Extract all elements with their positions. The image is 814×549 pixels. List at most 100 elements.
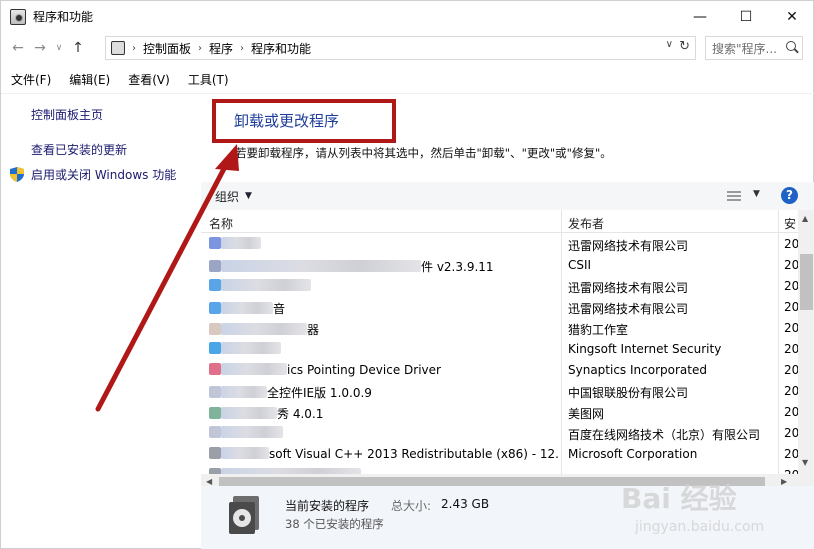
vertical-scroll-thumb[interactable]	[800, 254, 813, 310]
program-row[interactable]: 器 猎豹工作室 20	[201, 318, 798, 339]
redacted-text	[221, 323, 307, 335]
column-header-name[interactable]: 名称	[209, 215, 233, 232]
change-view-icon[interactable]	[727, 191, 741, 202]
program-install-date: 20	[784, 279, 798, 293]
list-header: 名称 发布者 安	[201, 210, 814, 233]
program-icon	[209, 407, 221, 419]
program-install-date: 20	[784, 300, 798, 314]
program-publisher: Synaptics Incorporated	[568, 363, 707, 377]
details-title: 当前安装的程序	[285, 499, 370, 513]
program-icon	[209, 279, 221, 291]
breadcrumb-programs-and-features[interactable]: 程序和功能	[251, 40, 311, 57]
redacted-text	[221, 279, 311, 291]
menu-edit[interactable]: 编辑(E)	[59, 71, 118, 88]
breadcrumb-control-panel[interactable]: 控制面板	[143, 40, 191, 57]
program-name	[209, 279, 559, 293]
watermark-url: jingyan.baidu.com	[635, 519, 765, 535]
uac-shield-icon	[10, 167, 24, 182]
organize-caret-icon[interactable]: ▼	[245, 191, 252, 201]
recent-locations-chevron-icon[interactable]: ∨	[51, 36, 67, 60]
forward-arrow-icon[interactable]: →	[29, 36, 51, 60]
program-name	[209, 237, 559, 251]
program-name-text: 全控件IE版 1.0.0.9	[267, 386, 372, 400]
program-name-text: soft Visual C++ 2013 Redistributable (x8…	[269, 447, 559, 461]
program-row[interactable]: Kingsoft Internet Security 20	[201, 339, 798, 360]
maximize-button[interactable]: ☐	[723, 1, 769, 32]
program-install-date: 20	[784, 447, 798, 461]
program-icon	[209, 426, 221, 438]
program-publisher: Microsoft Corporation	[568, 447, 698, 461]
program-install-date: 20	[784, 363, 798, 377]
program-icon	[209, 363, 221, 375]
search-icon[interactable]	[786, 41, 796, 51]
up-arrow-icon[interactable]: ↑	[67, 36, 89, 60]
program-install-date: 20	[784, 384, 798, 398]
column-header-publisher[interactable]: 发布者	[568, 215, 604, 232]
program-name: 器	[209, 321, 559, 338]
view-options-caret-icon[interactable]: ▼	[753, 189, 760, 199]
redacted-text	[221, 260, 421, 272]
menu-view[interactable]: 查看(V)	[118, 71, 178, 88]
program-name: 全控件IE版 1.0.0.9	[209, 384, 559, 401]
navigation-bar: ← → ∨ ↑ › 控制面板 › 程序 › 程序和功能 ∨ ↻ 搜索"程序...	[1, 35, 814, 61]
address-bar[interactable]: › 控制面板 › 程序 › 程序和功能 ∨ ↻	[105, 36, 696, 60]
program-install-date: 20	[784, 342, 798, 356]
menu-tools[interactable]: 工具(T)	[178, 71, 237, 88]
sidebar: 控制面板主页 查看已安装的更新 启用或关闭 Windows 功能	[1, 94, 201, 549]
program-icon	[209, 342, 221, 354]
program-name: ics Pointing Device Driver	[209, 363, 559, 377]
organize-button[interactable]: 组织	[215, 188, 239, 205]
program-publisher: 迅雷网络技术有限公司	[568, 302, 689, 316]
redacted-text	[221, 407, 277, 419]
program-row[interactable]: 秀 4.0.1 美图网 20	[201, 402, 798, 423]
vertical-scrollbar[interactable]: ▲ ▼	[798, 210, 814, 474]
program-icon	[209, 237, 221, 249]
program-publisher: 美图网	[568, 407, 605, 421]
program-row[interactable]: 全控件IE版 1.0.0.9 中国银联股份有限公司 20	[201, 381, 798, 402]
sidebar-link-view-installed-updates[interactable]: 查看已安装的更新	[31, 141, 127, 158]
window-controls: — ☐ ✕	[677, 1, 814, 32]
scroll-left-arrow-icon[interactable]: ◀	[206, 477, 212, 486]
sidebar-link-windows-features[interactable]: 启用或关闭 Windows 功能	[31, 166, 176, 183]
baidu-jingyan-watermark: Bai 经验 jingyan.baidu.com	[615, 475, 807, 545]
program-row[interactable]: 音 迅雷网络技术有限公司 20	[201, 297, 798, 318]
column-header-installed-on[interactable]: 安	[784, 215, 798, 232]
breadcrumb-programs[interactable]: 程序	[209, 40, 233, 57]
program-publisher: 百度在线网络技术（北京）有限公司	[568, 428, 761, 442]
program-row[interactable]: 迅雷网络技术有限公司 20	[201, 276, 798, 297]
program-name-text: 秀 4.0.1	[277, 407, 324, 421]
sidebar-link-control-panel-home[interactable]: 控制面板主页	[31, 106, 103, 123]
program-row[interactable]: ics Pointing Device Driver Synaptics Inco…	[201, 360, 798, 381]
programs-and-features-window: 程序和功能 — ☐ ✕ ← → ∨ ↑ › 控制面板 › 程序 › 程序和功能 …	[0, 0, 814, 549]
menu-bar: 文件(F) 编辑(E) 查看(V) 工具(T)	[1, 68, 814, 90]
program-name: 音	[209, 300, 559, 317]
program-publisher: 中国银联股份有限公司	[568, 386, 689, 400]
control-panel-app-icon	[10, 8, 26, 25]
scroll-up-arrow-icon[interactable]: ▲	[802, 214, 808, 223]
program-name-text: 器	[307, 323, 320, 337]
minimize-button[interactable]: —	[677, 1, 723, 32]
menu-file[interactable]: 文件(F)	[1, 71, 59, 88]
program-install-date: 20	[784, 321, 798, 335]
refresh-icon[interactable]: ↻	[679, 39, 690, 54]
program-publisher: 猎豹工作室	[568, 323, 629, 337]
program-row[interactable]: 迅雷网络技术有限公司 20	[201, 234, 798, 255]
program-row[interactable]: 百度在线网络技术（北京）有限公司 20	[201, 423, 798, 444]
close-button[interactable]: ✕	[769, 1, 814, 32]
program-publisher: CSII	[568, 258, 592, 272]
scroll-down-arrow-icon[interactable]: ▼	[802, 458, 808, 467]
program-icon	[209, 260, 221, 272]
window-title: 程序和功能	[33, 10, 94, 24]
control-panel-location-icon	[111, 41, 125, 55]
address-dropdown-chevron-icon[interactable]: ∨	[666, 39, 673, 50]
program-row[interactable]: soft Visual C++ 2013 Redistributable (x8…	[201, 444, 798, 465]
breadcrumb-separator-icon: ›	[240, 42, 245, 54]
back-arrow-icon[interactable]: ←	[7, 36, 29, 60]
search-input[interactable]: 搜索"程序...	[705, 36, 803, 60]
breadcrumb-separator-icon: ›	[132, 42, 136, 54]
program-name: soft Visual C++ 2013 Redistributable (x8…	[209, 447, 559, 461]
program-row[interactable]: 件 v2.3.9.11 CSII 20	[201, 255, 798, 276]
program-row[interactable]: 20	[201, 465, 798, 474]
help-icon[interactable]: ?	[781, 187, 798, 204]
search-placeholder: 搜索"程序...	[712, 41, 777, 56]
